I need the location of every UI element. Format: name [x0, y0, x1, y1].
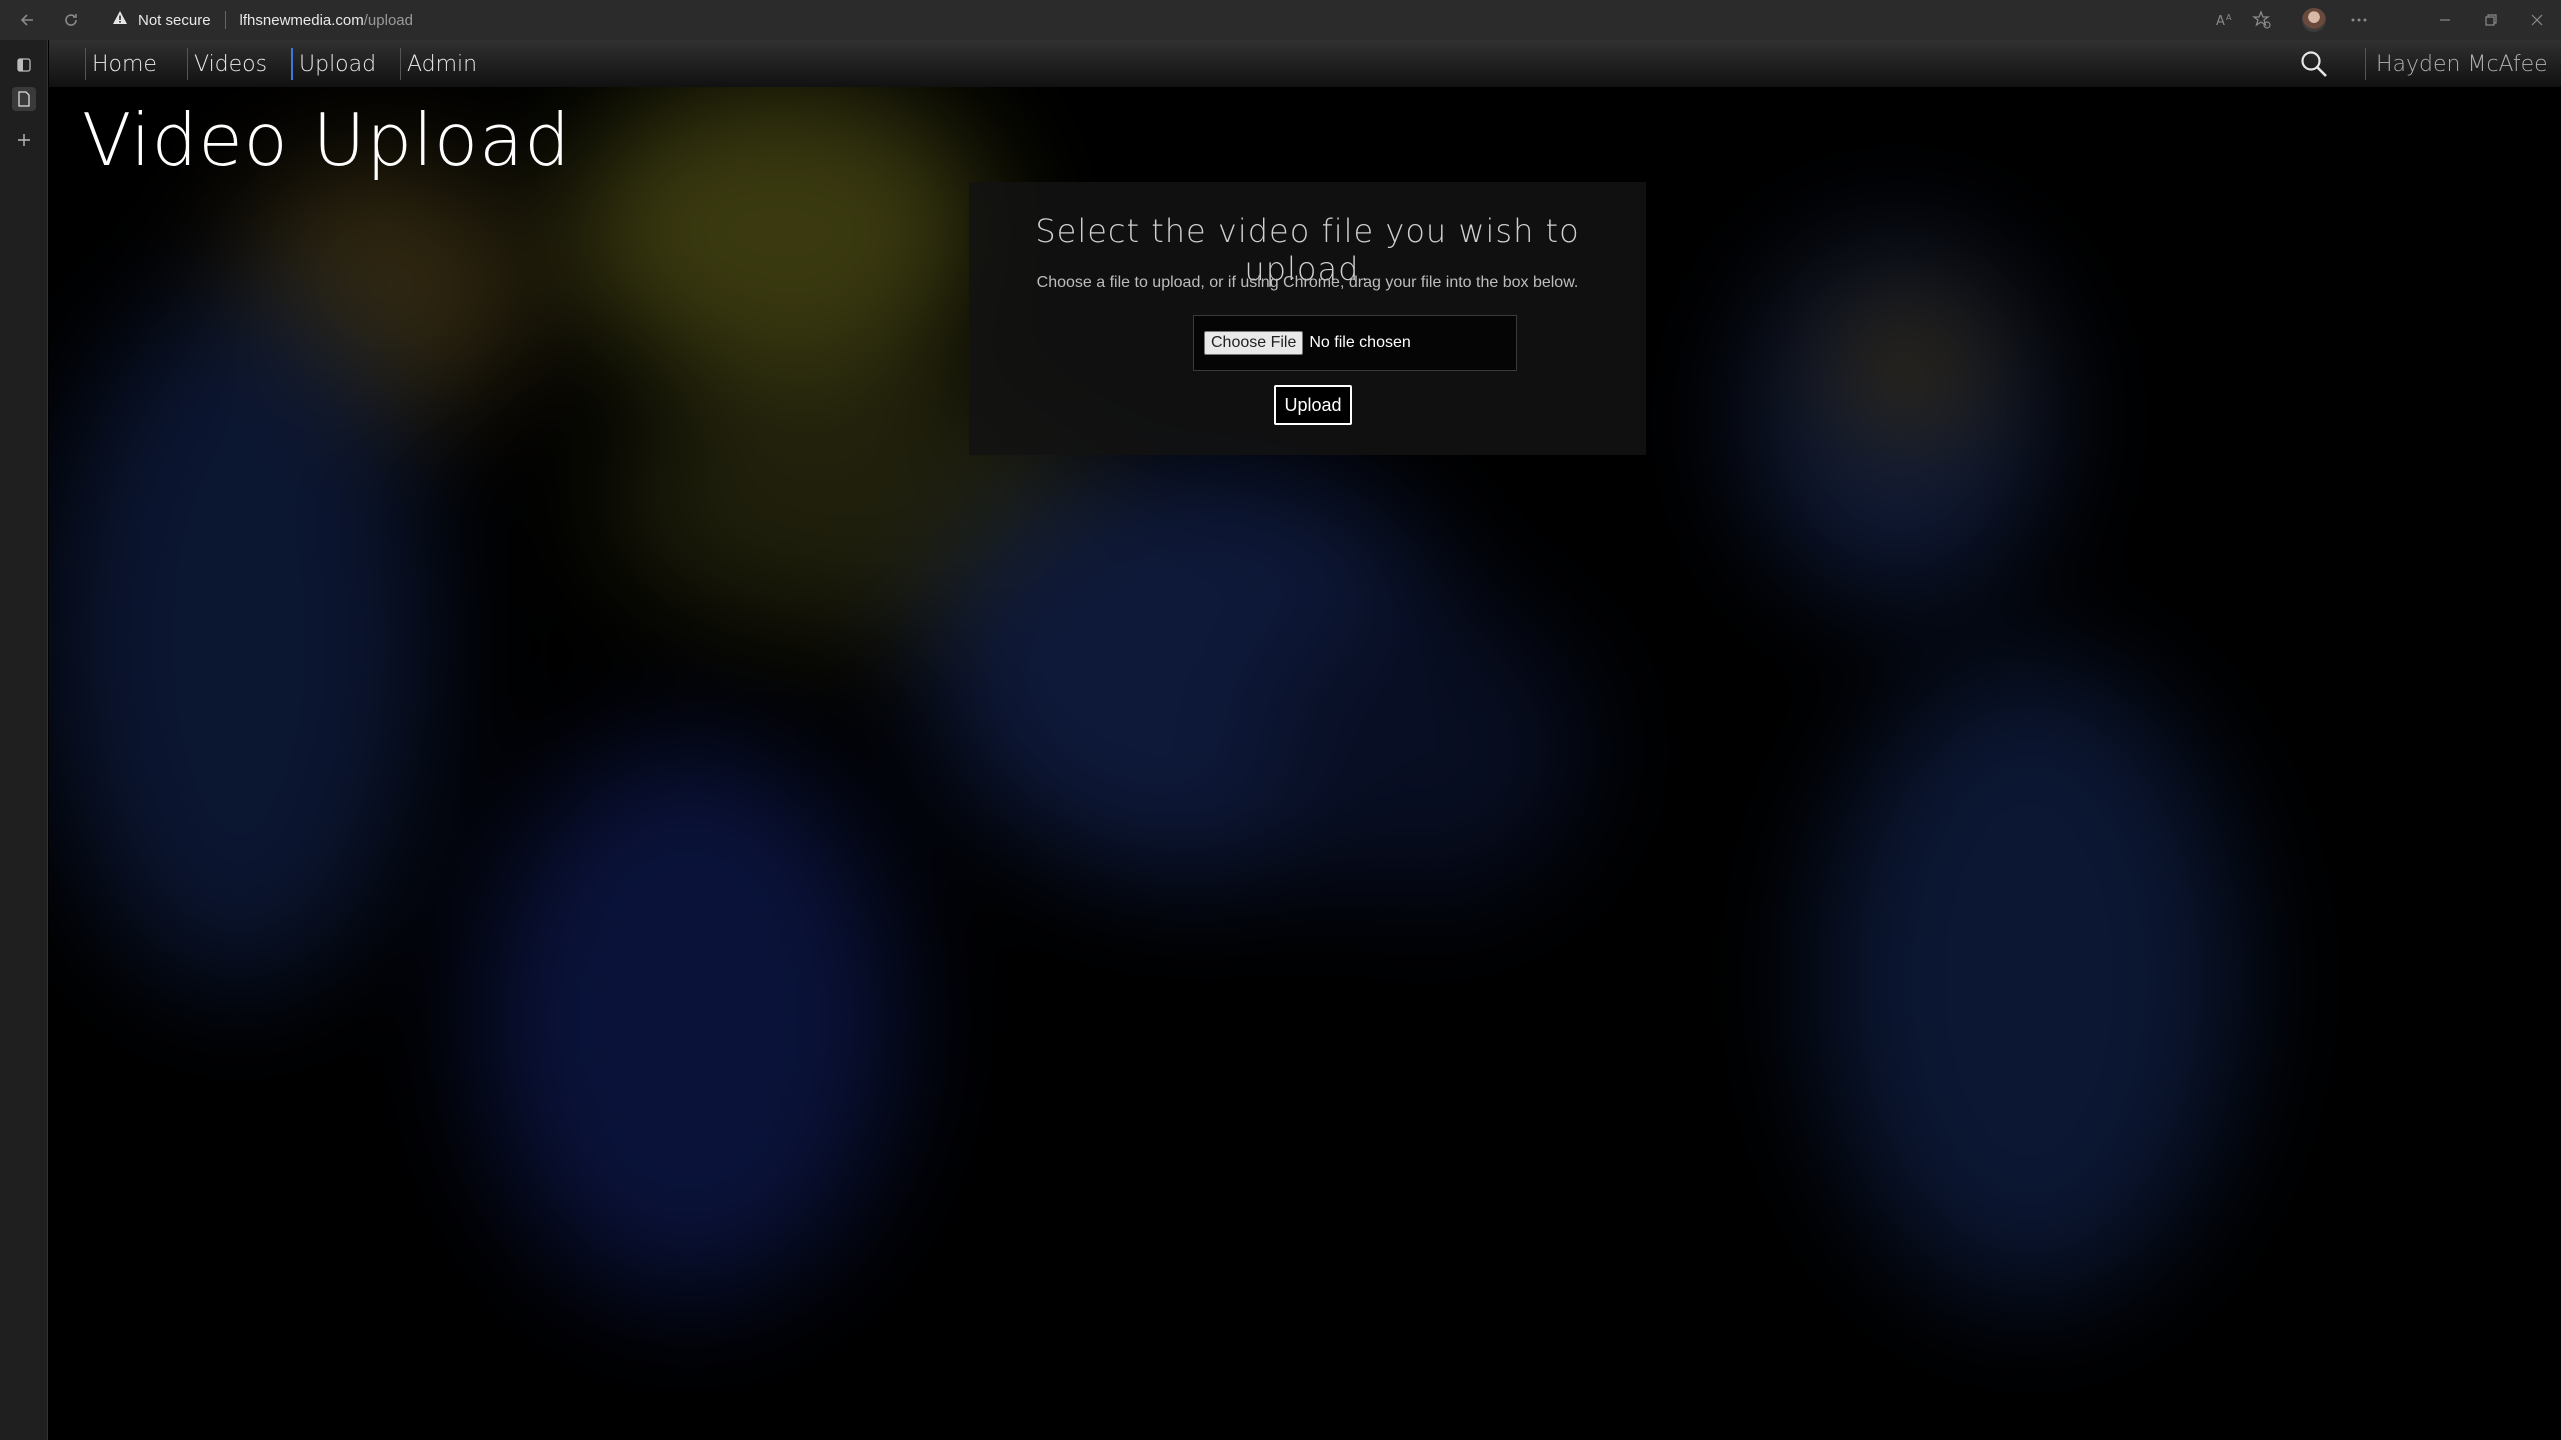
new-tab-plus-icon[interactable]	[12, 128, 36, 152]
refresh-icon[interactable]	[60, 9, 82, 31]
favorites-icon[interactable]	[2252, 8, 2272, 32]
svg-text:A: A	[2226, 13, 2232, 22]
page-title: Video Upload	[82, 98, 571, 182]
more-options-icon[interactable]	[2350, 8, 2368, 32]
current-tab-page-icon[interactable]	[12, 87, 36, 111]
choose-file-button[interactable]: Choose File	[1204, 331, 1304, 355]
profile-avatar-icon[interactable]	[2302, 8, 2326, 32]
web-page: Home Videos Upload Admin Hayden McAfee V…	[49, 40, 2561, 1440]
restore-icon[interactable]	[2484, 8, 2498, 32]
file-drop-zone[interactable]: Choose File No file chosen	[1193, 315, 1517, 371]
nav-upload[interactable]: Upload	[291, 48, 382, 80]
url-host: lfhsnewmedia.com	[239, 11, 364, 29]
site-navigation: Home Videos Upload Admin Hayden McAfee	[49, 40, 2561, 87]
security-status[interactable]: Not secure	[138, 12, 211, 29]
nav-admin[interactable]: Admin	[400, 48, 483, 80]
read-aloud-icon[interactable]: AA	[2216, 8, 2236, 32]
svg-text:A: A	[2216, 14, 2225, 28]
panel-instructions: Choose a file to upload, or if using Chr…	[1036, 274, 1579, 291]
upload-panel: Select the video file you wish to upload…	[969, 182, 1646, 455]
nav-videos[interactable]: Videos	[187, 48, 273, 80]
warning-icon	[112, 10, 128, 31]
nav-home[interactable]: Home	[85, 48, 163, 80]
upload-button[interactable]: Upload	[1274, 385, 1352, 425]
browser-toolbar: Not secure lfhsnewmedia.com/upload AA	[0, 0, 2561, 40]
back-icon[interactable]	[16, 9, 38, 31]
minimize-icon[interactable]	[2438, 8, 2452, 32]
file-status-text: No file chosen	[1309, 334, 1411, 351]
search-icon[interactable]	[2299, 49, 2329, 79]
address-bar[interactable]: Not secure lfhsnewmedia.com/upload	[112, 6, 413, 34]
tab-actions-icon[interactable]	[12, 53, 36, 77]
url-path: /upload	[363, 11, 413, 29]
close-window-icon[interactable]	[2530, 8, 2544, 32]
url-text[interactable]: lfhsnewmedia.com/upload	[240, 12, 413, 29]
address-separator	[224, 11, 226, 29]
vertical-tabs-sidebar	[0, 40, 48, 1440]
user-name[interactable]: Hayden McAfee	[2365, 48, 2548, 80]
